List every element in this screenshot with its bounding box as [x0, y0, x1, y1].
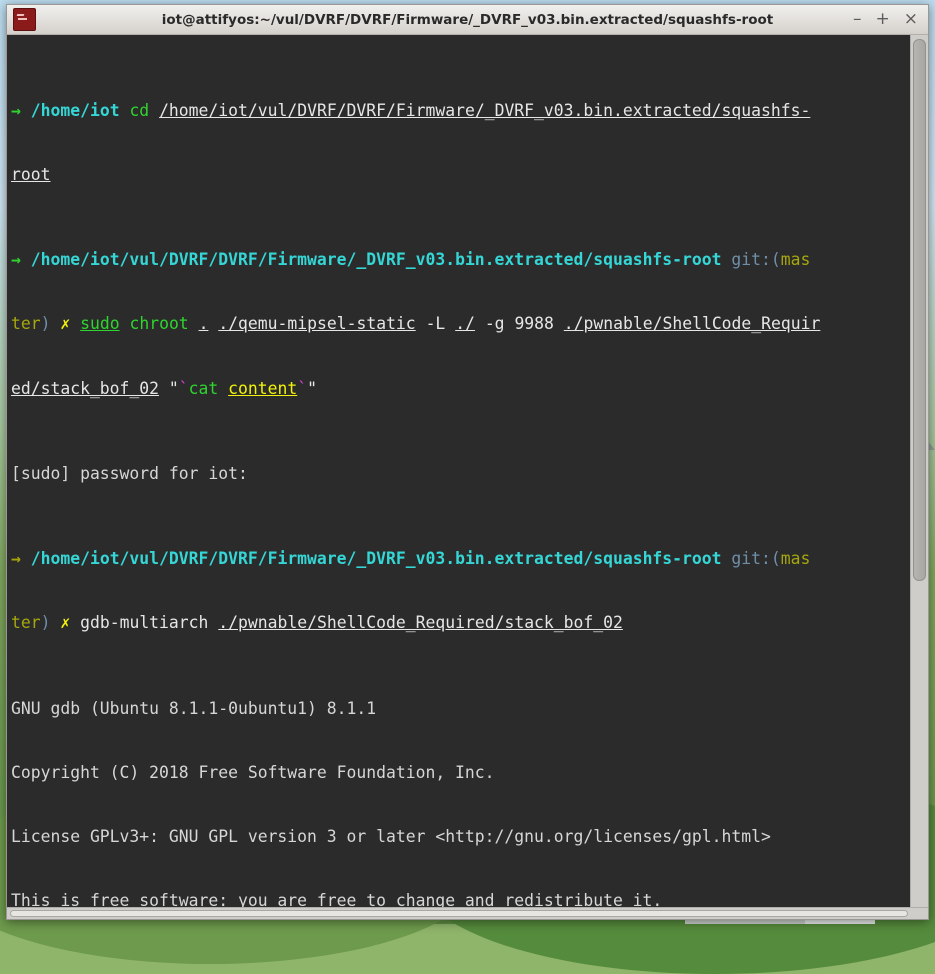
prompt-cwd: /home/iot/vul/DVRF/DVRF/Firmware/_DVRF_v… — [31, 549, 722, 568]
terminal-body: → /home/iot cd /home/iot/vul/DVRF/DVRF/F… — [7, 35, 928, 907]
command-argument-wrap: root — [11, 165, 50, 184]
minimize-button[interactable]: – — [853, 11, 862, 28]
git-branch-part2: ter — [11, 613, 41, 632]
prompt-arrow-icon: → — [11, 549, 21, 568]
cat-file-arg: content — [228, 379, 297, 398]
maximize-button[interactable]: + — [876, 11, 890, 28]
chroot-dir-arg: . — [199, 314, 209, 333]
backtick-open: ` — [179, 379, 189, 398]
prompt-line-1-wrap: root — [11, 164, 910, 185]
vertical-scrollbar[interactable] — [910, 35, 928, 907]
qemu-binary-arg: ./qemu-mipsel-static — [218, 314, 415, 333]
command-cd: cd — [129, 101, 149, 120]
prompt-line-2b: ter) ✗ sudo chroot . ./qemu-mipsel-stati… — [11, 313, 910, 334]
terminal-window: iot@attifyos:~/vul/DVRF/DVRF/Firmware/_D… — [6, 4, 929, 920]
window-controls: – + × — [853, 11, 918, 28]
prompt-line-3b: ter) ✗ gdb-multiarch ./pwnable/ShellCode… — [11, 612, 910, 633]
prompt-arrow-icon: → — [11, 250, 21, 269]
gdb-banner-line: This is free software: you are free to c… — [11, 890, 910, 907]
gdb-banner-line: License GPLv3+: GNU GPL version 3 or lat… — [11, 826, 910, 847]
gdb-port: 9988 — [514, 314, 553, 333]
prompt-line-2c: ed/stack_bof_02 "`cat content`" — [11, 378, 910, 399]
git-suffix: ) — [41, 314, 51, 333]
gdb-target-binary: ./pwnable/ShellCode_Required/stack_bof_0… — [218, 613, 623, 632]
command-sudo: sudo — [80, 314, 119, 333]
command-gdb-multiarch: gdb-multiarch — [80, 613, 208, 632]
backtick-close: ` — [297, 379, 307, 398]
flag-L-value: ./ — [455, 314, 475, 333]
prompt-line-3: → /home/iot/vul/DVRF/DVRF/Firmware/_DVRF… — [11, 548, 910, 569]
prompt-cwd: /home/iot/vul/DVRF/DVRF/Firmware/_DVRF_v… — [31, 250, 722, 269]
git-branch-part1: mas — [781, 549, 811, 568]
git-branch-part2: ter — [11, 314, 41, 333]
prompt-line-2: → /home/iot/vul/DVRF/DVRF/Firmware/_DVRF… — [11, 249, 910, 270]
command-argument: /home/iot/vul/DVRF/DVRF/Firmware/_DVRF_v… — [159, 101, 810, 120]
sudo-password-prompt: [sudo] password for iot: — [11, 463, 910, 484]
git-dirty-mark-icon: ✗ — [60, 314, 70, 333]
target-binary-part2: ed/stack_bof_02 — [11, 379, 159, 398]
git-suffix: ) — [41, 613, 51, 632]
horizontal-scrollbar[interactable] — [7, 907, 928, 919]
flag-L: -L — [426, 314, 446, 333]
flag-g: -g — [485, 314, 505, 333]
window-titlebar[interactable]: iot@attifyos:~/vul/DVRF/DVRF/Firmware/_D… — [7, 5, 928, 35]
prompt-arrow-icon: → — [11, 101, 21, 120]
git-branch-part1: mas — [781, 250, 811, 269]
git-prefix: git:( — [731, 250, 780, 269]
git-dirty-mark-icon: ✗ — [60, 613, 70, 632]
prompt-line-1: → /home/iot cd /home/iot/vul/DVRF/DVRF/F… — [11, 100, 910, 121]
quote-open: " — [169, 379, 179, 398]
window-title: iot@attifyos:~/vul/DVRF/DVRF/Firmware/_D… — [7, 12, 928, 28]
terminal-output[interactable]: → /home/iot cd /home/iot/vul/DVRF/DVRF/F… — [7, 35, 910, 907]
vertical-scrollbar-thumb[interactable] — [913, 39, 926, 581]
prompt-cwd: /home/iot — [31, 101, 120, 120]
close-button[interactable]: × — [904, 11, 918, 28]
target-binary-part1: ./pwnable/ShellCode_Requir — [564, 314, 821, 333]
command-cat: cat — [189, 379, 219, 398]
terminal-icon — [13, 8, 36, 31]
command-chroot: chroot — [129, 314, 188, 333]
git-prefix: git:( — [731, 549, 780, 568]
quote-close: " — [307, 379, 317, 398]
gdb-banner-line: GNU gdb (Ubuntu 8.1.1-0ubuntu1) 8.1.1 — [11, 698, 910, 719]
horizontal-scrollbar-thumb[interactable] — [10, 910, 908, 917]
gdb-banner-line: Copyright (C) 2018 Free Software Foundat… — [11, 762, 910, 783]
